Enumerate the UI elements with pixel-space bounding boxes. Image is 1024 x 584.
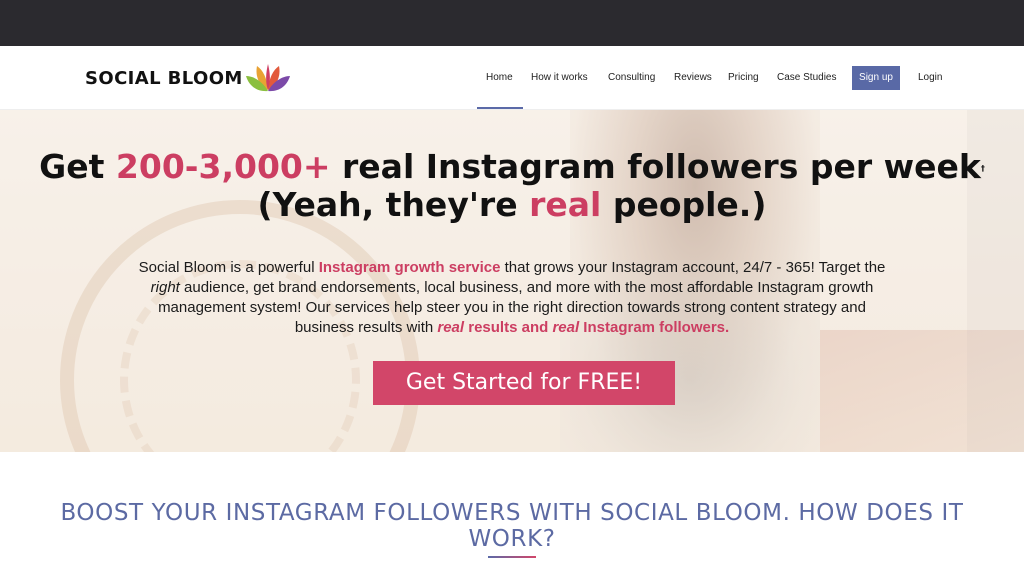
description-text: Social Bloom is a powerful [138, 259, 319, 276]
description-emphasis: right [150, 279, 180, 296]
section-title: BOOST YOUR INSTAGRAM FOLLOWERS WITH SOCI… [60, 500, 964, 552]
nav-case-studies[interactable]: Case Studies [777, 66, 836, 90]
nav-consulting[interactable]: Consulting [608, 66, 655, 90]
description-emphasis: real [552, 319, 580, 336]
nav-how-it-works[interactable]: How it works [531, 66, 588, 90]
nav-reviews[interactable]: Reviews [674, 66, 712, 90]
headline-accent: real [529, 185, 602, 224]
dagger-footnote-mark: † [980, 164, 985, 173]
nav-active-indicator [477, 107, 523, 109]
headline-text: Get [39, 147, 116, 186]
hero-description: Social Bloom is a powerful Instagram gro… [130, 258, 894, 338]
section-title-underline [488, 556, 536, 558]
browser-top-bar [0, 0, 1024, 46]
login-link[interactable]: Login [918, 66, 942, 90]
growth-service-link[interactable]: Instagram growth service [319, 259, 501, 276]
signup-button[interactable]: Sign up [852, 66, 900, 90]
description-emphasis: real [437, 319, 465, 336]
description-text: that grows your Instagram account, 24/7 … [500, 259, 886, 276]
site-logo[interactable]: SOCIAL BLOOM [85, 62, 291, 94]
description-highlight: results and [464, 319, 553, 336]
description-highlight: Instagram followers. [579, 319, 730, 336]
get-started-button[interactable]: Get Started for FREE! [373, 361, 675, 405]
nav-pricing[interactable]: Pricing [728, 66, 759, 90]
logo-text: SOCIAL BLOOM [85, 67, 243, 89]
headline-text: (Yeah, they're [257, 185, 530, 224]
hero-headline-line-2: (Yeah, they're real people.) [0, 186, 1024, 224]
lotus-flower-logo-icon [245, 64, 290, 92]
nav-home[interactable]: Home [486, 66, 513, 90]
headline-text: people.) [601, 185, 767, 224]
hero-headline-line-1: Get 200-3,000+ real Instagram followers … [0, 148, 1024, 186]
headline-text: real Instagram followers per week [330, 147, 981, 186]
hero-headline: Get 200-3,000+ real Instagram followers … [0, 148, 1024, 224]
headline-accent: 200-3,000+ [115, 147, 331, 186]
